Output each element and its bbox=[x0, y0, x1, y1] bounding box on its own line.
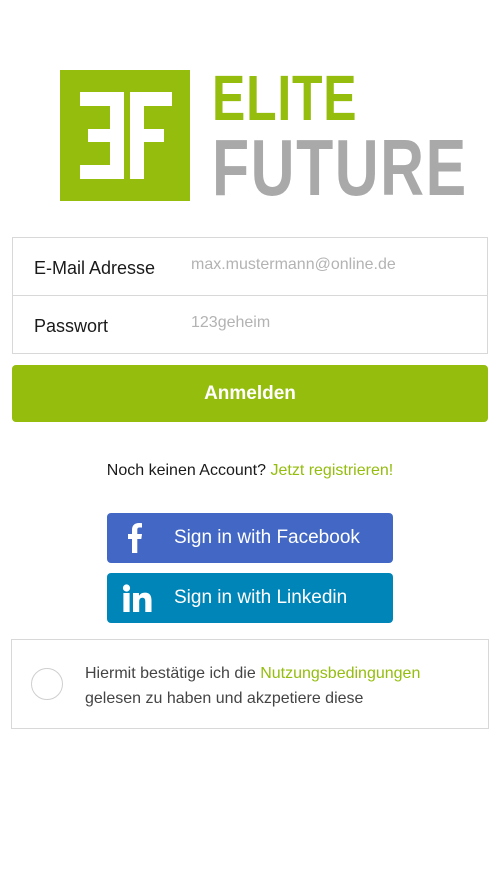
logo-text-future: FUTURE bbox=[212, 123, 468, 212]
linkedin-signin-label: Sign in with Linkedin bbox=[174, 587, 348, 608]
email-field[interactable] bbox=[191, 252, 471, 278]
linkedin-icon bbox=[122, 584, 152, 612]
logo-text-elite: ELITE bbox=[212, 62, 358, 134]
register-link[interactable]: Jetzt registrieren! bbox=[270, 462, 393, 479]
logo-ef-mark bbox=[60, 70, 190, 201]
elite-future-logo: ELITE FUTURE bbox=[60, 66, 466, 208]
login-button[interactable]: Anmelden bbox=[12, 365, 488, 422]
login-form: E-Mail Adresse Passwort bbox=[12, 237, 488, 354]
email-row: E-Mail Adresse bbox=[13, 238, 487, 296]
password-field[interactable] bbox=[191, 310, 471, 336]
logo-ef-glyph bbox=[80, 92, 172, 179]
register-prompt-text: Noch keinen Account? bbox=[106, 462, 267, 479]
terms-text-after: gelesen zu haben und akzpetiere diese bbox=[85, 690, 364, 707]
facebook-signin-label: Sign in with Facebook bbox=[174, 527, 360, 548]
terms-text: Hiermit bestätige ich die Nutzungsbeding… bbox=[85, 661, 480, 711]
password-label: Passwort bbox=[34, 316, 109, 336]
facebook-signin-button[interactable]: Sign in with Facebook bbox=[107, 513, 393, 563]
password-row: Passwort bbox=[13, 296, 487, 353]
terms-text-before: Hiermit bestätige ich die bbox=[85, 665, 256, 682]
linkedin-signin-button[interactable]: Sign in with Linkedin bbox=[107, 573, 393, 623]
register-prompt: Noch keinen Account? Jetzt registrieren! bbox=[0, 462, 500, 480]
terms-link[interactable]: Nutzungsbedingungen bbox=[260, 665, 420, 682]
terms-box: Hiermit bestätige ich die Nutzungsbeding… bbox=[11, 639, 489, 729]
email-label: E-Mail Adresse bbox=[34, 258, 156, 278]
terms-accept-radio[interactable] bbox=[31, 668, 63, 700]
facebook-icon bbox=[128, 523, 142, 553]
